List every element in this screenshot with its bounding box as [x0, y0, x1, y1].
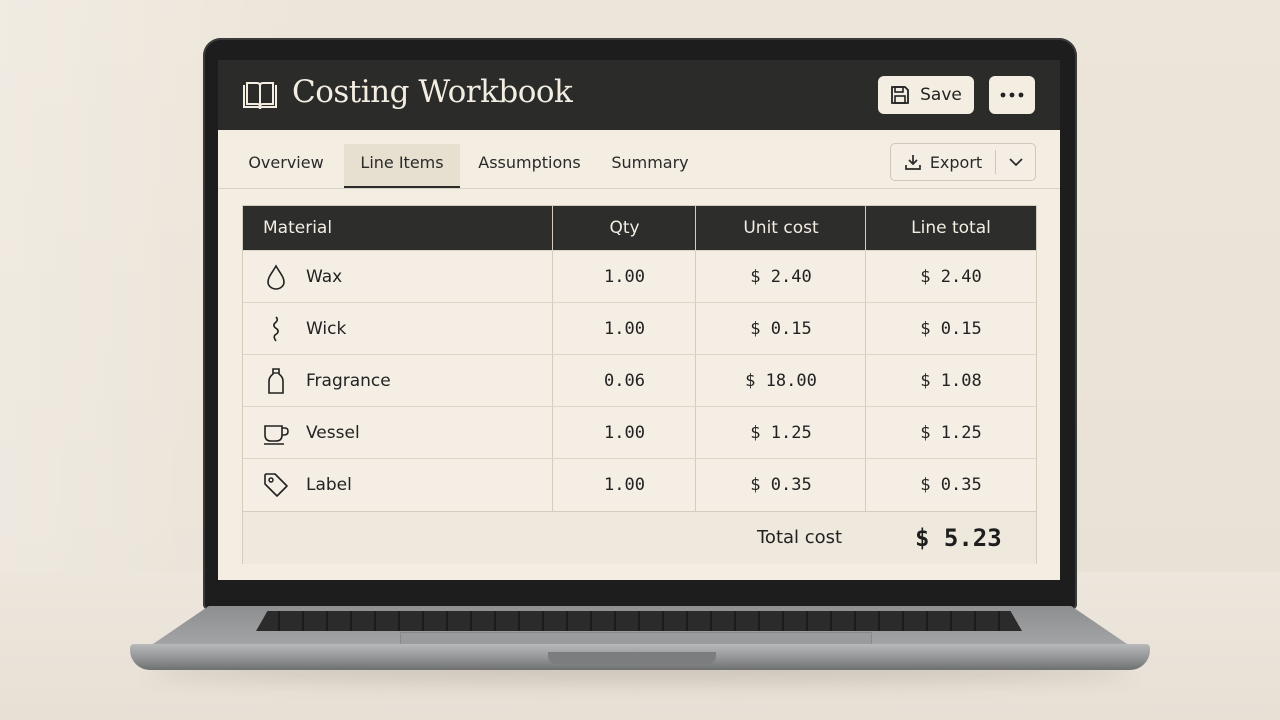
line-total-value: $ 0.35	[920, 475, 982, 495]
tab-assumptions[interactable]: Assumptions	[472, 144, 587, 186]
save-icon	[891, 86, 910, 104]
export-split-button: Export	[890, 143, 1036, 181]
col-material[interactable]: Material	[263, 206, 332, 250]
col-line-total[interactable]: Line total	[866, 206, 1036, 250]
qty-value[interactable]: 1.00	[553, 303, 696, 355]
table-row[interactable]: Label 1.00 $ 0.35 $ 0.35	[243, 458, 1036, 511]
table-row[interactable]: Vessel 1.00 $ 1.25 $ 1.25	[243, 406, 1036, 459]
unit-cost-value[interactable]: $ 1.25	[696, 407, 866, 459]
download-icon	[904, 155, 921, 170]
export-label: Export	[929, 152, 983, 172]
tab-line-items[interactable]: Line Items	[344, 144, 460, 188]
total-cost-label: Total cost	[757, 527, 843, 548]
export-button[interactable]: Export	[891, 144, 995, 180]
line-total-value: $ 0.15	[920, 319, 982, 339]
chevron-down-icon	[1008, 157, 1023, 166]
laptop-notch	[548, 652, 716, 664]
app-header: Costing Workbook Save	[218, 60, 1060, 130]
qty-value[interactable]: 0.06	[553, 355, 696, 407]
qty-value[interactable]: 1.00	[553, 459, 696, 511]
tab-summary[interactable]: Summary	[602, 144, 698, 186]
qty-value[interactable]: 1.00	[553, 251, 696, 303]
col-qty[interactable]: Qty	[553, 206, 696, 250]
unit-cost-value[interactable]: $ 2.40	[696, 251, 866, 303]
unit-cost-value[interactable]: $ 0.15	[696, 303, 866, 355]
col-unit-cost[interactable]: Unit cost	[696, 206, 866, 250]
table-header: Material Qty Unit cost Line total	[243, 206, 1036, 250]
table-row[interactable]: Fragrance 0.06 $ 18.00 $ 1.08	[243, 354, 1036, 407]
material-name: Wax	[306, 267, 343, 287]
save-label: Save	[920, 85, 962, 105]
bottle-icon	[268, 368, 284, 394]
table-row[interactable]: Wick 1.00 $ 0.15 $ 0.15	[243, 302, 1036, 355]
laptop-keyboard	[256, 611, 1022, 631]
material-name: Vessel	[306, 423, 360, 443]
material-name: Wick	[306, 319, 347, 339]
line-total-value: $ 1.25	[920, 423, 982, 443]
tag-icon	[264, 473, 288, 497]
tab-overview[interactable]: Overview	[236, 144, 336, 186]
line-items-table: Material Qty Unit cost Line total Wax 1.…	[242, 205, 1037, 564]
drop-icon	[267, 264, 285, 290]
qty-value[interactable]: 1.00	[553, 407, 696, 459]
unit-cost-value[interactable]: $ 18.00	[696, 355, 866, 407]
total-row: Total cost $ 5.23	[243, 511, 1036, 564]
unit-cost-value[interactable]: $ 0.35	[696, 459, 866, 511]
line-total-value: $ 1.08	[920, 371, 982, 391]
line-total-value: $ 2.40	[920, 267, 982, 287]
total-cost-value: $ 5.23	[915, 524, 1002, 552]
material-name: Label	[306, 475, 352, 495]
book-icon	[243, 82, 277, 110]
tab-bar: Overview Line Items Assumptions Summary …	[218, 130, 1060, 189]
more-horizontal-icon	[1000, 92, 1024, 98]
save-button[interactable]: Save	[878, 76, 974, 114]
cup-icon	[264, 425, 289, 445]
app-title: Costing Workbook	[292, 74, 573, 110]
export-dropdown-toggle[interactable]	[996, 144, 1035, 180]
table-row[interactable]: Wax 1.00 $ 2.40 $ 2.40	[243, 250, 1036, 303]
wick-icon	[273, 316, 279, 342]
app-window: Costing Workbook Save Overview Line Item…	[218, 60, 1060, 580]
more-options-button[interactable]	[989, 76, 1035, 114]
material-name: Fragrance	[306, 371, 391, 391]
